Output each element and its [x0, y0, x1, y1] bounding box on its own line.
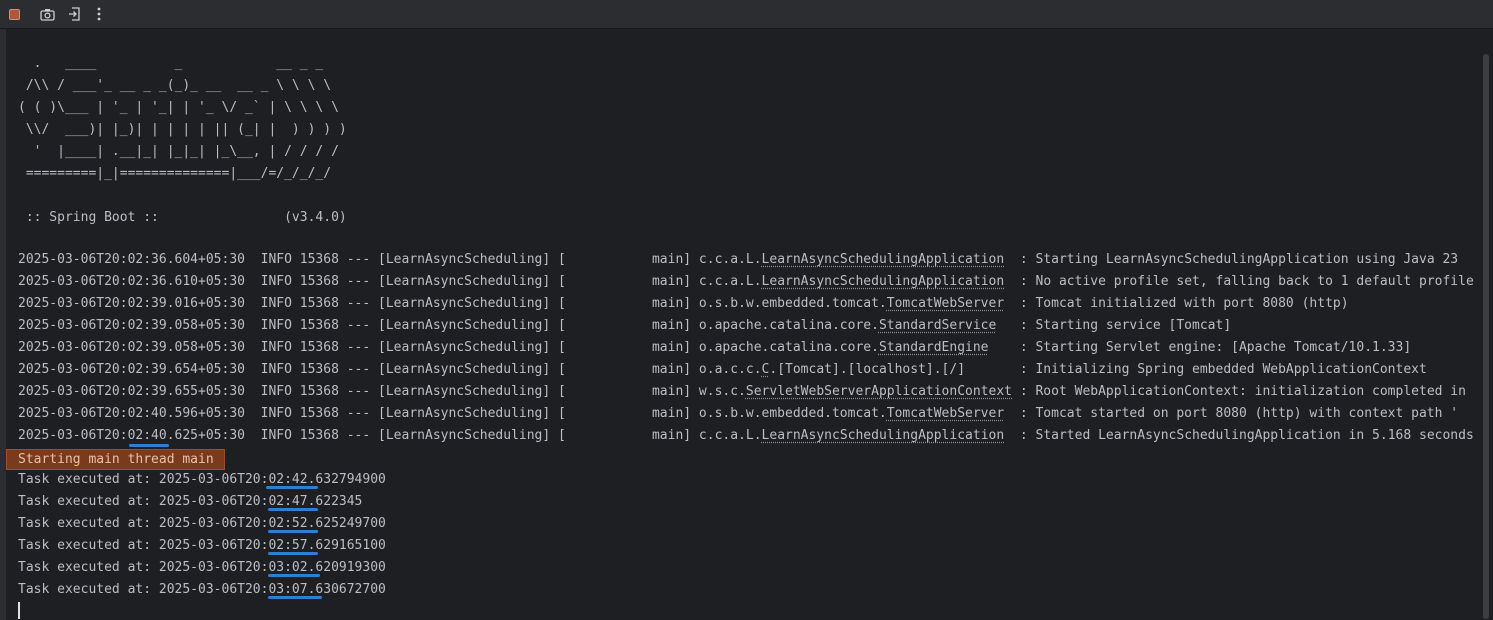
logger-class-link[interactable]: LearnAsyncSchedulingApplication [762, 428, 1005, 443]
console-toolbar [0, 0, 1493, 29]
log-prefix: 2025-03-06T20:02:39.058+05:30 INFO 15368… [18, 340, 879, 355]
log-prefix: 2025-03-06T20:02:39.654+05:30 INFO 15368… [18, 362, 762, 377]
log-line: 2025-03-06T20:02:36.604+05:30 INFO 15368… [18, 249, 1474, 271]
logger-class-link[interactable]: TomcatWebServer [887, 406, 1004, 421]
log-line: 2025-03-06T20:02:39.058+05:30 INFO 15368… [18, 315, 1474, 337]
highlighted-log-line: Starting main thread main [6, 449, 225, 470]
task-line: Task executed at: 2025-03-06T20:02:42.63… [18, 472, 386, 487]
console-output[interactable]: . ____ _ __ _ _ /\\ / ___'_ __ _ _(_)_ _… [6, 29, 1479, 620]
log-line: 2025-03-06T20:02:39.655+05:30 INFO 15368… [18, 381, 1474, 403]
log-line: 2025-03-06T20:02:39.016+05:30 INFO 15368… [18, 293, 1474, 315]
logger-class-link[interactable]: ServletWebServerApplicationContext [746, 384, 1012, 399]
log-message: : Starting Servlet engine: [Apache Tomca… [988, 340, 1412, 355]
logger-class-link[interactable]: TomcatWebServer [887, 296, 1004, 311]
task-line: Task executed at: 2025-03-06T20:02:52.62… [18, 516, 386, 531]
logger-class-link[interactable]: LearnAsyncSchedulingApplication [762, 252, 1005, 267]
camera-icon [39, 8, 55, 21]
annotation-underline [266, 486, 318, 489]
text-cursor [18, 602, 20, 619]
task-lines: Task executed at: 2025-03-06T20:02:42.63… [18, 469, 386, 601]
task-line: Task executed at: 2025-03-06T20:02:47.62… [18, 494, 363, 509]
screenshot-button[interactable] [37, 4, 57, 24]
log-prefix: 2025-03-06T20:02:39.058+05:30 INFO 15368… [18, 318, 879, 333]
log-prefix: 2025-03-06T20:02:39.655+05:30 INFO 15368… [18, 384, 746, 399]
annotation-underline [268, 508, 318, 511]
vertical-scrollbar[interactable] [1479, 29, 1493, 620]
log-message: : Starting service [Tomcat] [996, 318, 1232, 333]
more-button[interactable] [89, 4, 109, 24]
exit-button[interactable] [64, 4, 84, 24]
log-message: : Tomcat initialized with port 8080 (htt… [1004, 296, 1349, 311]
logger-class-link[interactable]: StandardEngine [879, 340, 989, 355]
log-prefix: 2025-03-06T20:02:36.604+05:30 INFO 15368… [18, 252, 762, 267]
log-message: .[Tomcat].[localhost].[/] : Initializing… [769, 362, 1427, 377]
annotation-underline [268, 574, 320, 577]
task-line: Task executed at: 2025-03-06T20:03:07.63… [18, 582, 386, 597]
log-line: 2025-03-06T20:02:40.596+05:30 INFO 15368… [18, 403, 1474, 425]
annotation-underline [129, 444, 169, 447]
log-lines: 2025-03-06T20:02:36.604+05:30 INFO 15368… [18, 249, 1474, 447]
log-message: : Tomcat started on port 8080 (http) wit… [1004, 406, 1459, 421]
log-prefix: 2025-03-06T20:02:39.016+05:30 INFO 15368… [18, 296, 887, 311]
log-message: : Starting LearnAsyncSchedulingApplicati… [1004, 252, 1459, 267]
log-message: : No active profile set, falling back to… [1004, 274, 1474, 289]
annotation-underline [268, 552, 318, 555]
log-line: 2025-03-06T20:02:39.654+05:30 INFO 15368… [18, 359, 1474, 381]
log-line: 2025-03-06T20:02:36.610+05:30 INFO 15368… [18, 271, 1474, 293]
log-prefix: 2025-03-06T20:02:40.625+05:30 INFO 15368… [18, 428, 762, 443]
scrollbar-thumb[interactable] [1483, 54, 1489, 619]
log-prefix: 2025-03-06T20:02:36.610+05:30 INFO 15368… [18, 274, 762, 289]
stop-button[interactable] [4, 4, 24, 24]
log-message: : Started LearnAsyncSchedulingApplicatio… [1004, 428, 1474, 443]
task-line: Task executed at: 2025-03-06T20:02:57.62… [18, 538, 386, 553]
stop-icon [8, 8, 20, 20]
logger-class-link[interactable]: StandardService [879, 318, 996, 333]
log-line: 2025-03-06T20:02:40.625+05:30 INFO 15368… [18, 425, 1474, 447]
logger-class-link[interactable]: LearnAsyncSchedulingApplication [762, 274, 1005, 289]
spring-boot-banner: . ____ _ __ _ _ /\\ / ___'_ __ _ _(_)_ _… [18, 56, 347, 225]
log-line: 2025-03-06T20:02:39.058+05:30 INFO 15368… [18, 337, 1474, 359]
annotation-underline [268, 596, 322, 599]
more-icon [97, 7, 101, 21]
log-prefix: 2025-03-06T20:02:40.596+05:30 INFO 15368… [18, 406, 887, 421]
exit-icon [68, 7, 80, 21]
task-line: Task executed at: 2025-03-06T20:03:02.62… [18, 560, 386, 575]
log-message: : Root WebApplicationContext: initializa… [1012, 384, 1466, 399]
annotation-underline [268, 530, 318, 533]
